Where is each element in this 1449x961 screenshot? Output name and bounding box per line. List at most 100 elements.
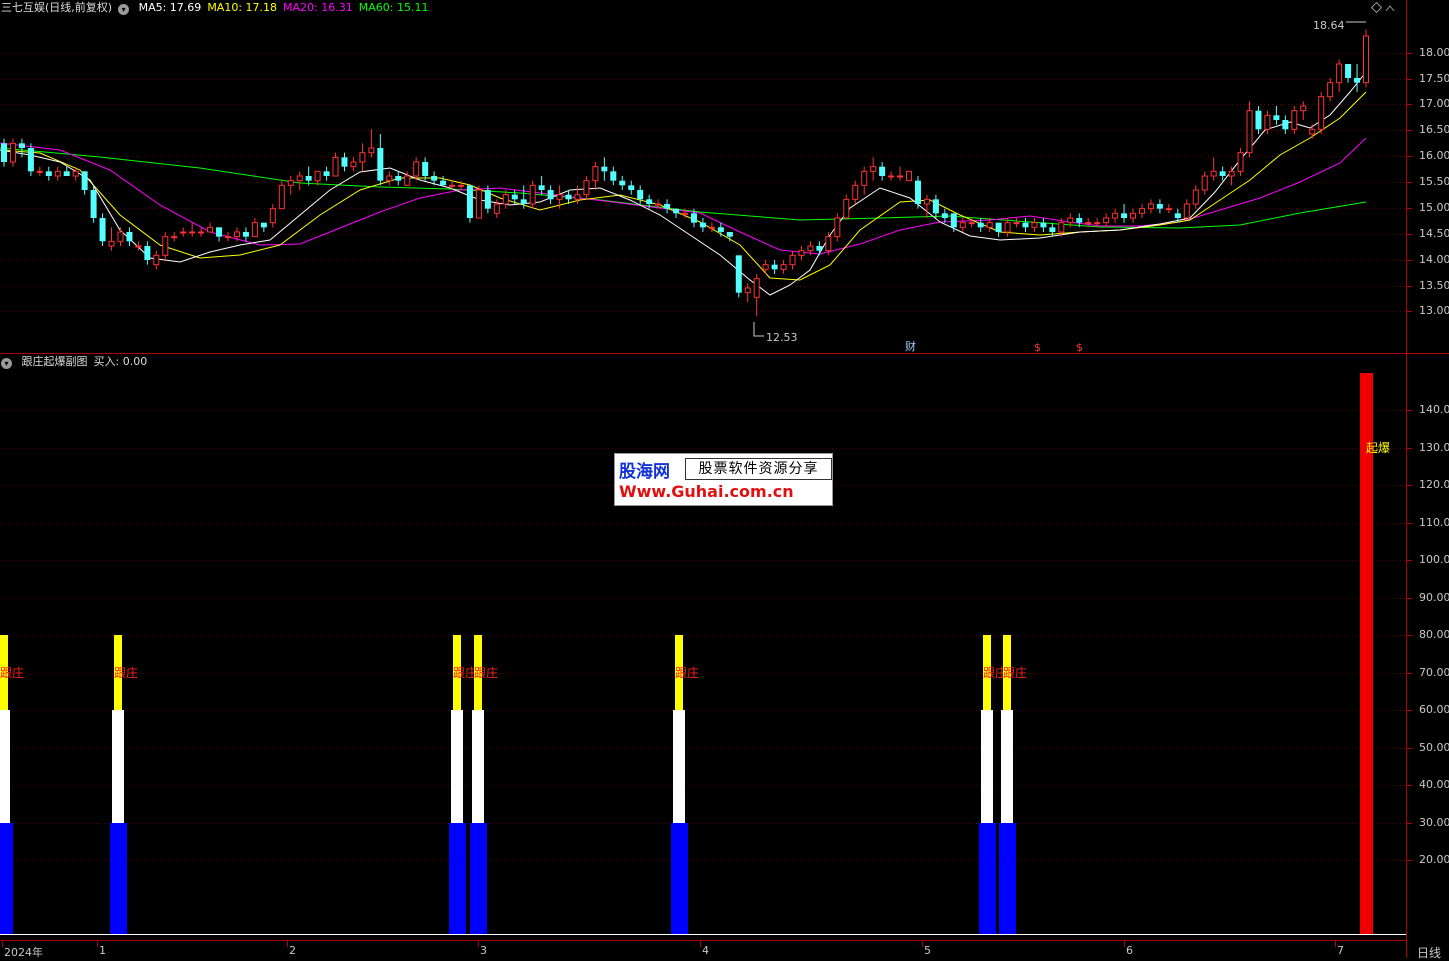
candle (1345, 64, 1352, 83)
candlesticks (1, 29, 1369, 316)
candle (216, 227, 223, 242)
diamond-icon[interactable] (1370, 1, 1383, 14)
candle (90, 185, 97, 223)
sub-tick-label: 70.00 (1419, 666, 1449, 679)
candle (888, 171, 895, 181)
candle (269, 204, 276, 228)
candle (36, 166, 43, 176)
ma5-line (0, 71, 1367, 296)
candle (1112, 208, 1119, 223)
candle (861, 166, 868, 195)
candle (1255, 106, 1262, 134)
candle (1336, 59, 1343, 92)
candle (99, 213, 106, 246)
candle (870, 157, 877, 181)
candle (637, 185, 644, 204)
candle (923, 194, 930, 218)
time-tick-label: 7 (1337, 944, 1344, 957)
signal-bar: 跟庄 (999, 635, 1027, 935)
candle (18, 138, 25, 158)
candle (9, 138, 16, 167)
candle (753, 274, 760, 316)
candle (332, 152, 339, 177)
price-tick-label: 13.50 (1419, 279, 1449, 292)
watermark-logo: 股海网 股票软件资源分享 Www.Guhai.com.cn (614, 453, 833, 506)
candle (906, 170, 913, 182)
signal-label: 跟庄 (1003, 665, 1027, 680)
candle (592, 162, 599, 190)
candle (323, 166, 330, 181)
signal-label: 跟庄 (675, 665, 699, 680)
candle (502, 190, 509, 209)
candle (834, 213, 841, 242)
sub-tick-label: 110.00 (1419, 516, 1449, 529)
signal-label: 跟庄 (0, 665, 24, 680)
sub-tick-label: 20.00 (1419, 853, 1449, 866)
sub-tick-label: 100.00 (1419, 553, 1449, 566)
candle (914, 176, 921, 209)
sub-tick-label: 80.00 (1419, 628, 1449, 641)
candle (852, 180, 859, 204)
candle (207, 222, 214, 233)
candle (789, 250, 796, 270)
sub-tick-label: 120.00 (1419, 478, 1449, 491)
low-price-annotation: 12.53 (766, 331, 798, 344)
candle (466, 185, 473, 223)
candle (314, 170, 321, 186)
candle (583, 176, 590, 200)
ma20-line (0, 137, 1367, 255)
candle (144, 241, 151, 265)
candle (547, 185, 554, 204)
candle (780, 260, 787, 274)
candle (1354, 64, 1361, 92)
watermark-slogan: 股票软件资源分享 (685, 458, 832, 480)
candle (484, 185, 491, 214)
candle (879, 162, 886, 181)
candle (413, 157, 420, 181)
sub-tick-label: 50.00 (1419, 741, 1449, 754)
candle (798, 246, 805, 260)
candle (1031, 218, 1038, 232)
candle (529, 180, 536, 209)
sub-tick-label: 30.00 (1419, 816, 1449, 829)
price-tick-label: 14.00 (1419, 253, 1449, 266)
candle (404, 171, 411, 186)
signal-label: 跟庄 (114, 665, 138, 680)
signal-label: 跟庄 (474, 665, 498, 680)
price-tick-label: 16.50 (1419, 123, 1449, 136)
candle (708, 222, 715, 232)
candle (1282, 115, 1289, 134)
candle (171, 232, 178, 242)
sub-tick-label: 90.00 (1419, 591, 1449, 604)
finance-event-marker[interactable]: 财 (905, 339, 916, 353)
candle (744, 283, 751, 302)
candle (1237, 148, 1244, 176)
ma60-line (0, 147, 1367, 229)
time-tick-label: 5 (924, 944, 931, 957)
candle (386, 171, 393, 186)
candle (897, 166, 904, 181)
candle (1183, 199, 1190, 219)
price-tick-label: 18.00 (1419, 46, 1449, 59)
price-grid (0, 53, 1412, 312)
candle (699, 218, 706, 232)
candle (619, 176, 626, 190)
candle (601, 157, 608, 181)
price-tick-label: 13.00 (1419, 304, 1449, 317)
candle (422, 157, 429, 181)
candle (45, 166, 52, 181)
candle (395, 171, 402, 186)
candle (1121, 204, 1128, 223)
period-button[interactable]: 日线 (1417, 944, 1441, 961)
scroll-up-icon[interactable] (1385, 5, 1395, 12)
candle (1291, 106, 1298, 134)
candle (27, 143, 34, 176)
candle (368, 129, 375, 158)
candle (350, 157, 357, 172)
candle (735, 255, 742, 298)
dividend-event-marker[interactable]: $ (1034, 341, 1041, 354)
price-tick-label: 16.00 (1419, 149, 1449, 162)
sub-tick-label: 130.00 (1419, 441, 1449, 454)
dividend-event-marker[interactable]: $ (1076, 341, 1083, 354)
ma10-line (0, 91, 1367, 281)
